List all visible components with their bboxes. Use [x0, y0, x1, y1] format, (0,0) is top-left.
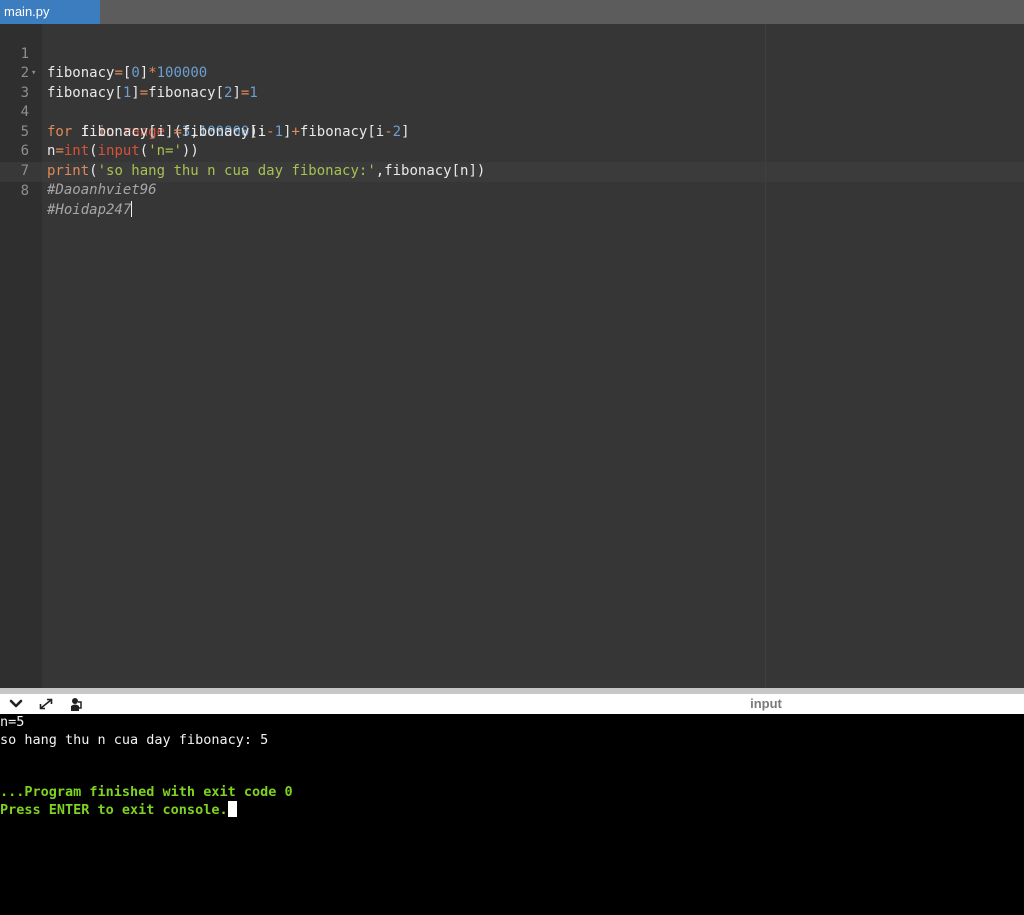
console-input-label: input [750, 696, 782, 711]
code-line[interactable]: 6 print('so hang thu n cua day fibonacy:… [0, 123, 1024, 179]
code-line[interactable]: 3 ▾ for i in range (3,100000): [0, 64, 1024, 140]
line-number: 8 [20, 182, 29, 199]
console-toolbar: input [0, 688, 1024, 714]
chevron-down-icon[interactable] [6, 695, 26, 713]
expand-icon[interactable] [36, 695, 56, 713]
press-enter-message: Press ENTER to exit console. [0, 801, 237, 819]
press-enter-text: Press ENTER to exit console. [0, 802, 228, 818]
exit-code-message: ...Program finished with exit code 0 [0, 784, 293, 800]
code-line[interactable]: 2 fibonacy[1]=fibonacy[2]=1 [0, 45, 1024, 101]
text-cursor [131, 201, 133, 217]
code-line-active[interactable]: 8 #Hoidap247 [0, 162, 1024, 218]
code-comment: #Hoidap247 [47, 202, 132, 218]
tab-bar: main.py [0, 0, 1024, 24]
fold-arrow-icon[interactable]: ▾ [31, 64, 36, 84]
code-comment: #Daoanhviet96 [47, 182, 157, 198]
code-line[interactable]: 5 n=int(input('n=')) [0, 103, 1024, 160]
settings-icon[interactable] [66, 695, 86, 713]
code-line[interactable]: 1 fibonacy=[0]*100000 [0, 25, 1024, 82]
console-output-line: so hang thu n cua day fibonacy: 5 [0, 732, 269, 748]
code-comment-wrap: #Hoidap247 [47, 201, 133, 221]
tab-main-py[interactable]: main.py [0, 0, 100, 24]
code-line[interactable]: 4 fibonacy[i]=fibonacy[i-1]+fibonacy[i-2… [0, 84, 1024, 140]
console-cursor [227, 801, 237, 817]
code-editor[interactable]: 1 fibonacy=[0]*100000 2 fibonacy[1]=fibo… [0, 24, 1024, 688]
console-output[interactable]: n=5 so hang thu n cua day fibonacy: 5 ..… [0, 714, 1024, 915]
code-line[interactable]: 7 #Daoanhviet96 [0, 142, 1024, 199]
console-output-line: n=5 [0, 714, 25, 730]
